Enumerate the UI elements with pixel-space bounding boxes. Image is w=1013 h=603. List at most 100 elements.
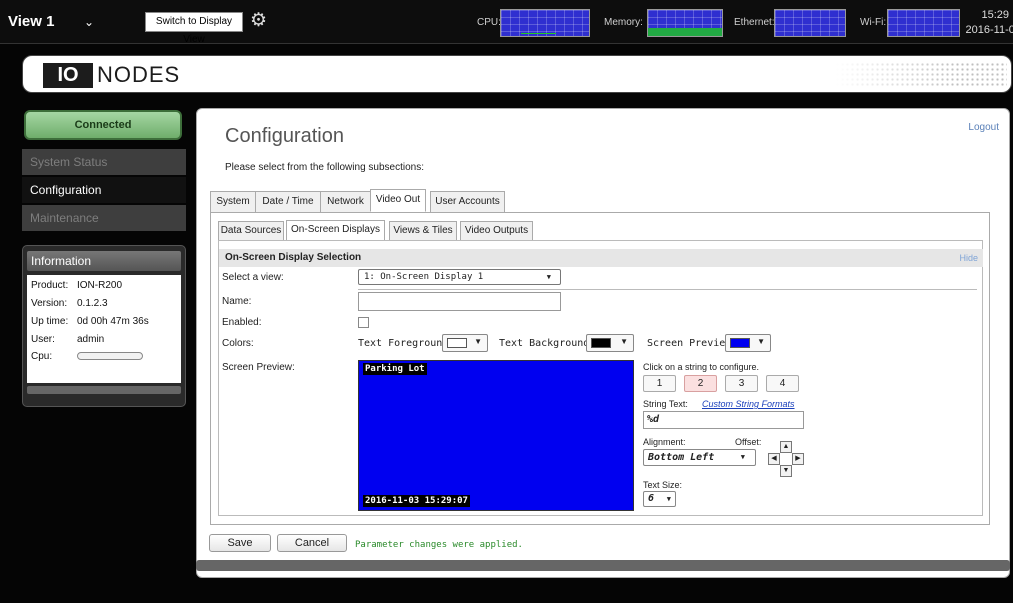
tab-date-time[interactable]: Date / Time (255, 191, 321, 213)
information-title: Information (27, 251, 181, 271)
divider (358, 289, 977, 290)
text-foreground-label: Text Foreground: (358, 338, 455, 349)
text-background-label: Text Background: (499, 338, 596, 349)
brand-bar: IO NODES (22, 55, 1012, 93)
sidebar-item-maintenance[interactable]: Maintenance (22, 205, 186, 231)
info-label: Version: (31, 298, 68, 309)
text-background-picker[interactable]: ▼ (586, 334, 634, 352)
cancel-button[interactable]: Cancel (277, 534, 347, 552)
preview-string-top-left[interactable]: Parking Lot (363, 363, 427, 375)
cpu-label: CPU: (477, 17, 501, 28)
information-footer (27, 386, 181, 394)
save-button[interactable]: Save (209, 534, 271, 552)
ethernet-label: Ethernet: (734, 17, 775, 28)
color-swatch (447, 338, 467, 348)
enabled-checkbox[interactable] (358, 317, 369, 328)
subtab-on-screen-displays[interactable]: On-Screen Displays (286, 220, 385, 241)
colors-label: Colors: (222, 338, 254, 349)
offset-up-icon[interactable]: ▲ (780, 441, 792, 453)
memory-fill (648, 28, 722, 36)
alignment-label: Alignment: (643, 437, 686, 447)
status-message: Parameter changes were applied. (355, 540, 523, 550)
dropdown-arrow-icon: ▼ (474, 337, 482, 346)
string-button-3[interactable]: 3 (725, 375, 758, 392)
text-size-value: 6 (648, 493, 655, 504)
color-swatch (730, 338, 750, 348)
top-bar: View 1 ⌄ Switch to Display View ⚙ CPU: M… (0, 0, 1013, 45)
connection-status-badge: Connected (24, 110, 182, 140)
screen-preview[interactable]: Parking Lot 2016-11-03 15:29:07 (358, 360, 634, 511)
tab-user-accounts[interactable]: User Accounts (430, 191, 505, 213)
clock-time: 15:29 (981, 9, 1009, 21)
string-text-input[interactable]: %d (643, 411, 804, 429)
subtab-views-tiles[interactable]: Views & Tiles (389, 221, 457, 241)
tab-video-out[interactable]: Video Out (370, 189, 426, 212)
memory-graph (647, 9, 723, 37)
info-uptime-value: 0d 00h 47m 36s (77, 316, 149, 327)
decorative-dot-pattern (835, 62, 1007, 88)
section-header: On-Screen Display Selection Hide (219, 249, 983, 267)
offset-left-icon[interactable]: ◀ (768, 453, 780, 465)
offset-label: Offset: (735, 437, 762, 447)
dropdown-arrow-icon: ▼ (757, 337, 765, 346)
subtab-data-sources[interactable]: Data Sources (218, 221, 284, 241)
sidebar-item-configuration[interactable]: Configuration (22, 177, 186, 203)
main-footer-bar (196, 560, 1010, 571)
view-title[interactable]: View 1 (8, 13, 54, 30)
ethernet-graph (774, 9, 846, 37)
dropdown-arrow-icon: ▼ (740, 453, 745, 461)
view-select[interactable]: 1: On-Screen Display 1 ▼ (358, 269, 561, 285)
hide-link[interactable]: Hide (959, 253, 978, 263)
gear-icon[interactable]: ⚙ (250, 9, 267, 33)
string-button-1[interactable]: 1 (643, 375, 676, 392)
click-string-label: Click on a string to configure. (643, 362, 760, 372)
text-size-select[interactable]: 6 ▼ (643, 491, 676, 507)
alignment-select-value: Bottom Left (648, 452, 715, 463)
preview-string-bottom-left[interactable]: 2016-11-03 15:29:07 (363, 495, 470, 507)
info-label: Up time: (31, 316, 69, 327)
memory-label: Memory: (604, 17, 643, 28)
info-label: Cpu: (31, 351, 53, 362)
wifi-label: Wi-Fi: (860, 17, 887, 28)
information-body: Product: ION-R200 Version: 0.1.2.3 Up ti… (27, 275, 181, 383)
name-label: Name: (222, 296, 252, 307)
alignment-select[interactable]: Bottom Left ▼ (643, 449, 756, 466)
string-button-2[interactable]: 2 (684, 375, 717, 392)
text-foreground-picker[interactable]: ▼ (442, 334, 488, 352)
dropdown-arrow-icon: ▼ (666, 495, 671, 503)
tab-network[interactable]: Network (320, 191, 371, 213)
switch-display-view-button[interactable]: Switch to Display View (145, 12, 243, 45)
string-button-4[interactable]: 4 (766, 375, 799, 392)
information-panel: Information Product: ION-R200 Version: 0… (22, 245, 186, 407)
custom-string-formats-link[interactable]: Custom String Formats (702, 399, 795, 409)
logo-mark: IO (43, 63, 93, 88)
cpu-progress-bar (77, 352, 143, 360)
sidebar: Connected System Status Configuration Ma… (22, 107, 186, 407)
select-view-label: Select a view: (222, 272, 284, 283)
info-label: User: (31, 334, 55, 345)
enabled-label: Enabled: (222, 317, 262, 328)
info-product-value: ION-R200 (77, 280, 123, 291)
logo-text: NODES (97, 62, 181, 87)
section-title: On-Screen Display Selection (225, 252, 362, 263)
screen-preview-label: Screen Preview: (222, 362, 295, 373)
dropdown-arrow-icon: ▼ (620, 337, 628, 346)
logout-link[interactable]: Logout (968, 122, 999, 133)
screen-preview-color-label: Screen Preview: (647, 338, 738, 349)
tab-system[interactable]: System (210, 191, 256, 213)
info-user-value: admin (77, 334, 105, 345)
screen-preview-color-picker[interactable]: ▼ (725, 334, 771, 352)
page-subtitle: Please select from the following subsect… (225, 162, 424, 173)
main-panel: Configuration Logout Please select from … (196, 108, 1010, 578)
wifi-graph (887, 9, 960, 37)
clock-date: 2016-11-03 (965, 24, 1013, 36)
cpu-graph (500, 9, 590, 37)
subtab-video-outputs[interactable]: Video Outputs (460, 221, 533, 241)
offset-right-icon[interactable]: ▶ (792, 453, 804, 465)
offset-down-icon[interactable]: ▼ (780, 465, 792, 477)
color-swatch (591, 338, 611, 348)
name-input[interactable] (358, 292, 561, 311)
chevron-down-icon[interactable]: ⌄ (84, 15, 94, 29)
dropdown-arrow-icon: ▼ (546, 273, 551, 281)
sidebar-item-system-status[interactable]: System Status (22, 149, 186, 175)
